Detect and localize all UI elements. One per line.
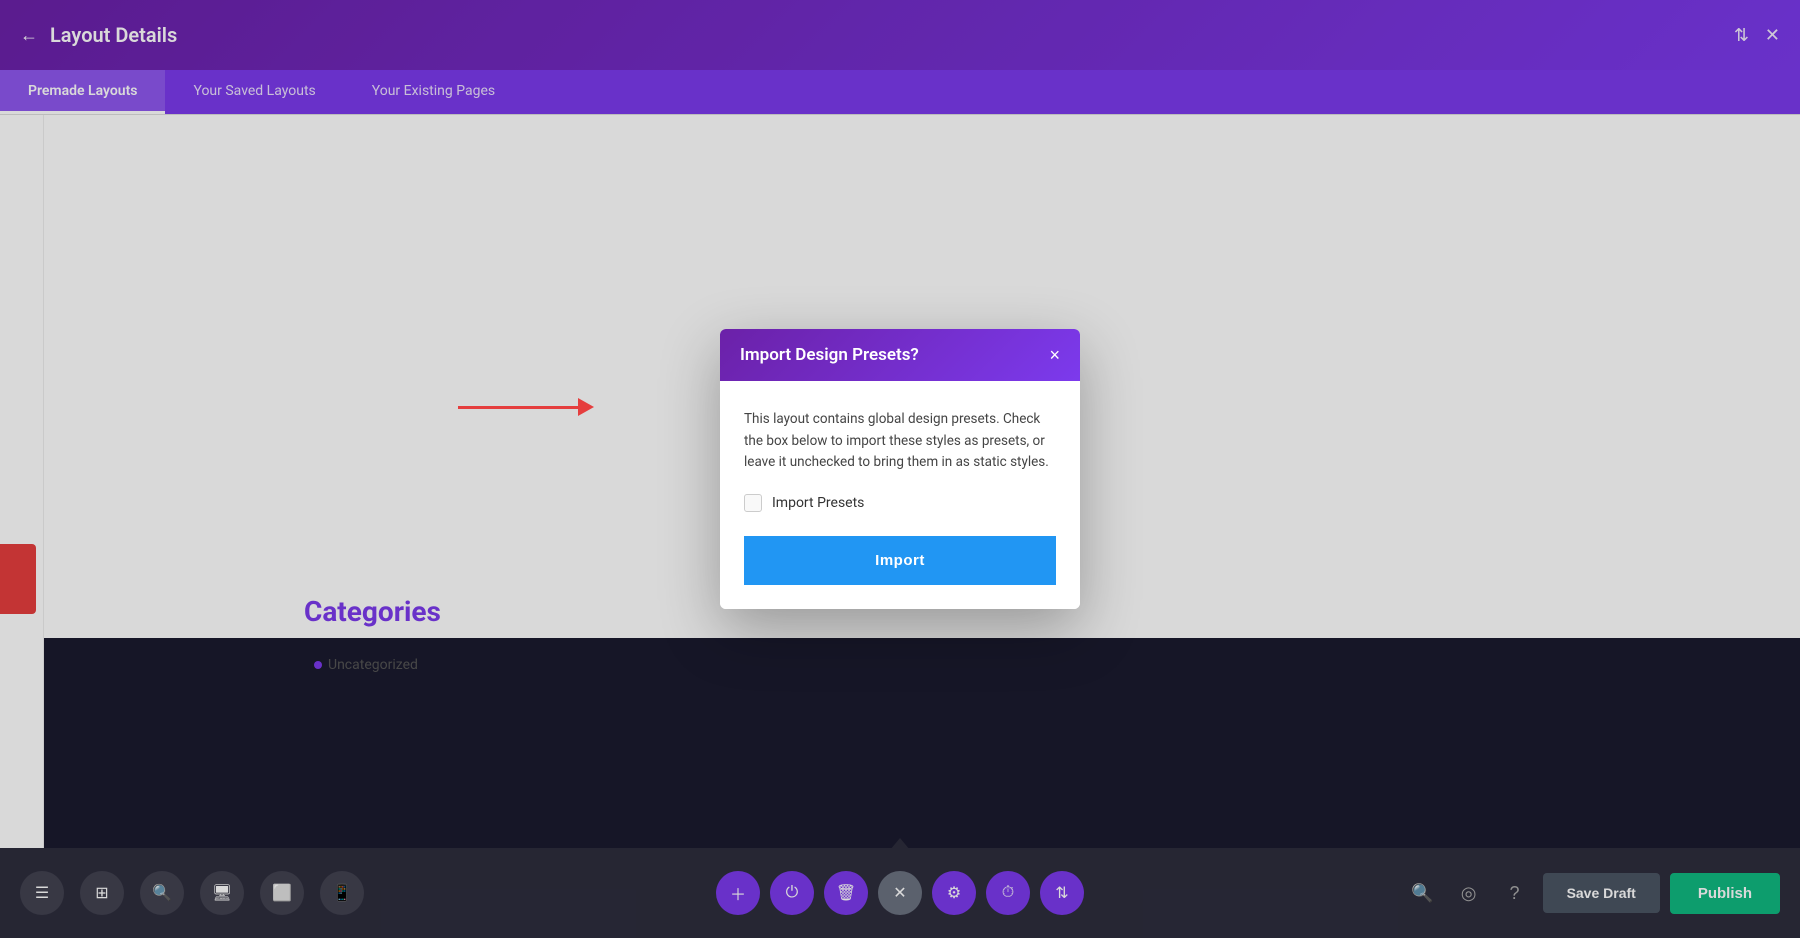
arrow-line (458, 406, 578, 409)
import-presets-checkbox[interactable] (744, 494, 762, 512)
import-button[interactable]: Import (744, 536, 1056, 585)
import-presets-modal: Import Design Presets? × This layout con… (720, 329, 1080, 609)
modal-header: Import Design Presets? × (720, 329, 1080, 381)
import-presets-label: Import Presets (772, 495, 864, 511)
modal-title: Import Design Presets? (740, 345, 919, 365)
modal-description: This layout contains global design prese… (744, 409, 1056, 474)
modal-body: This layout contains global design prese… (720, 381, 1080, 609)
modal-overlay: Import Design Presets? × This layout con… (0, 0, 1800, 938)
annotation-arrow (458, 398, 594, 416)
arrow-head (578, 398, 594, 416)
modal-close-button[interactable]: × (1049, 346, 1060, 364)
import-presets-row: Import Presets (744, 494, 1056, 512)
